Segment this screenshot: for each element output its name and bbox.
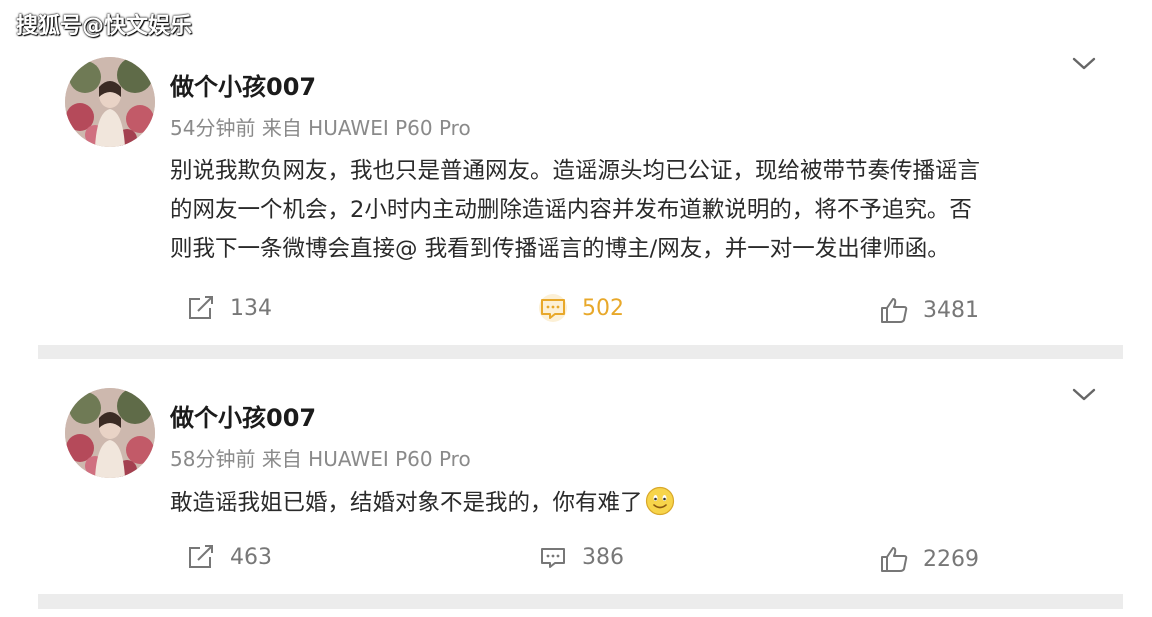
like-count: 3481 — [923, 297, 979, 323]
thumbs-up-icon — [881, 298, 908, 323]
post-time[interactable]: 54分钟前 — [170, 116, 255, 140]
chevron-down-icon[interactable] — [1071, 56, 1097, 72]
repost-button[interactable]: 463 — [186, 543, 272, 571]
content-line: 别说我欺负网友，我也只是普通网友。造谣源头均已公证，现给被带节奏传播谣言 — [170, 158, 981, 184]
post-source: 来自 HUAWEI P60 Pro — [261, 116, 471, 140]
repost-count: 463 — [230, 544, 272, 570]
comment-count: 386 — [582, 544, 624, 570]
post-source: 来自 HUAWEI P60 Pro — [261, 447, 471, 471]
avatar[interactable] — [65, 388, 155, 478]
content-line: 敢造谣我姐已婚，结婚对象不是我的，你有难了 — [170, 490, 643, 516]
comment-icon — [541, 548, 565, 568]
post-content: 敢造谣我姐已婚，结婚对象不是我的，你有难了 — [170, 484, 1110, 523]
username[interactable]: 做个小孩007 — [170, 67, 316, 102]
comment-button[interactable]: 386 — [538, 543, 624, 571]
repost-count: 134 — [230, 295, 272, 321]
post-meta: 58分钟前 来自 HUAWEI P60 Pro — [170, 443, 471, 472]
like-count: 2269 — [923, 546, 979, 572]
comment-count: 502 — [582, 295, 624, 321]
like-button[interactable]: 2269 — [879, 545, 979, 573]
repost-icon — [189, 545, 213, 568]
avatar[interactable] — [65, 57, 155, 147]
username[interactable]: 做个小孩007 — [170, 398, 316, 433]
like-button[interactable]: 3481 — [879, 296, 979, 324]
comment-icon — [539, 294, 567, 322]
chevron-down-icon[interactable] — [1071, 387, 1097, 403]
repost-button[interactable]: 134 — [186, 294, 272, 322]
watermark: 搜狐号@快文娱乐 — [16, 14, 193, 39]
post-divider — [38, 594, 1123, 609]
smile-emoji-icon — [645, 486, 674, 516]
content-line: 则我下一条微博会直接@ 我看到传播谣言的博主/网友，并一对一发出律师函。 — [170, 236, 950, 262]
thumbs-up-icon — [881, 547, 908, 572]
post-time[interactable]: 58分钟前 — [170, 447, 255, 471]
comment-button[interactable]: 502 — [538, 294, 624, 322]
content-line: 的网友一个机会，2小时内主动删除造谣内容并发布道歉说明的，将不予追究。否 — [170, 197, 972, 223]
post-content: 别说我欺负网友，我也只是普通网友。造谣源头均已公证，现给被带节奏传播谣言 的网友… — [170, 152, 1110, 269]
repost-icon — [189, 296, 213, 319]
post-divider — [38, 345, 1123, 359]
post-meta: 54分钟前 来自 HUAWEI P60 Pro — [170, 112, 471, 141]
